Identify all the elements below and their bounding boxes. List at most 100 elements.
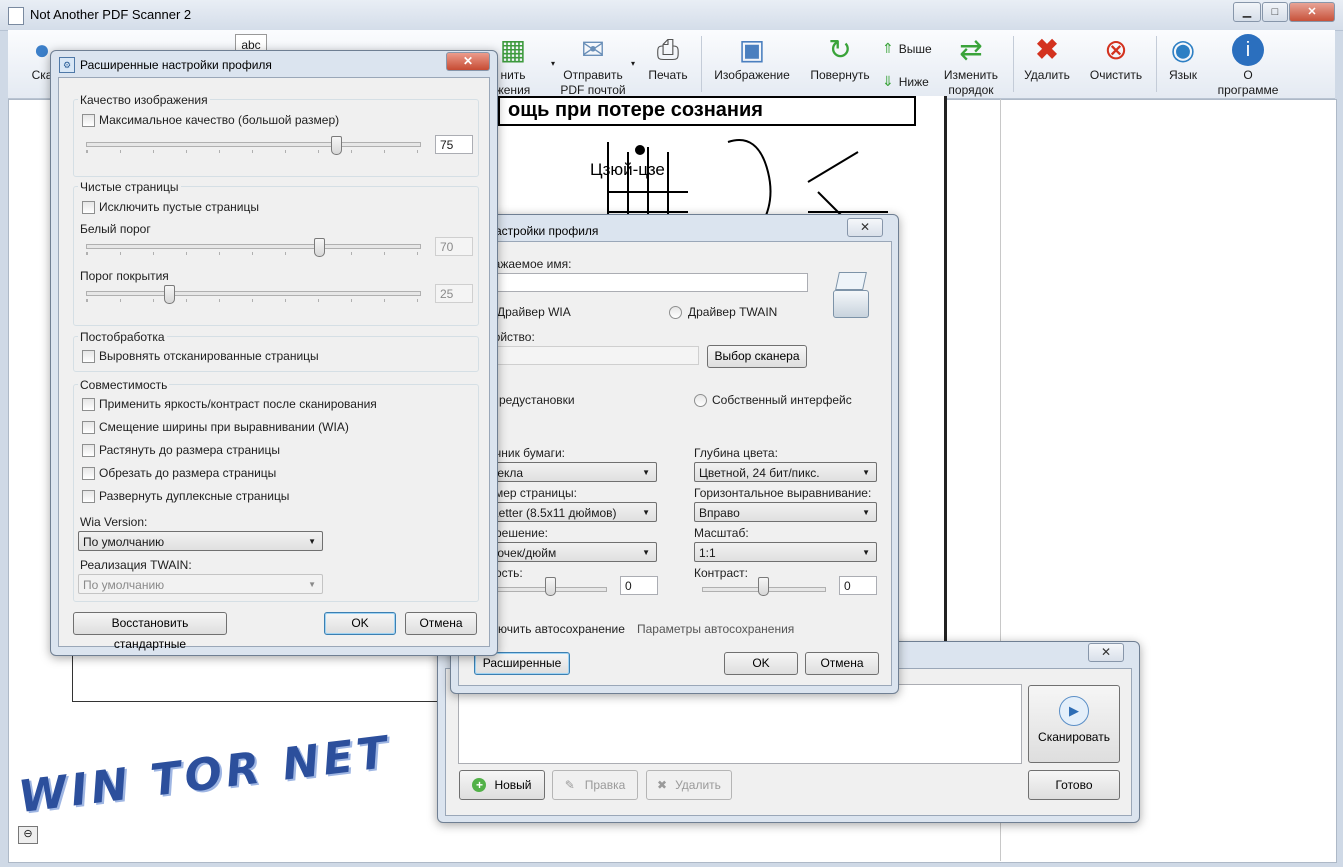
white-threshold-track: [86, 244, 421, 249]
email-dropdown[interactable]: ▾: [628, 30, 638, 98]
advanced-cancel-button[interactable]: Отмена: [405, 612, 477, 635]
driver-twain-radio[interactable]: [669, 306, 682, 319]
close-button[interactable]: ✕: [1289, 2, 1335, 22]
page-size-select[interactable]: Letter (8.5x11 дюймов) ▼: [487, 502, 657, 522]
page-size-label: мер страницы:: [495, 486, 577, 500]
about-label: О программе: [1217, 68, 1279, 97]
title-bar: Not Another PDF Scanner 2 ▁ □ ✕: [0, 0, 1343, 31]
quality-group-title: Качество изображения: [78, 93, 210, 107]
h-align-select[interactable]: Вправо ▼: [694, 502, 877, 522]
white-threshold-slider[interactable]: [314, 238, 326, 257]
profile-cancel-button[interactable]: Отмена: [805, 652, 879, 675]
language-label: Язык: [1168, 68, 1198, 82]
wia-version-select[interactable]: По умолчанию ▼: [78, 531, 323, 551]
coverage-label: Порог покрытия: [80, 269, 169, 283]
deskew-label: Выровнять отсканированные страницы: [99, 349, 319, 363]
deskew-checkbox[interactable]: [82, 350, 95, 363]
display-name-input[interactable]: [487, 273, 808, 292]
quality-slider[interactable]: [330, 136, 342, 155]
advanced-ok-button[interactable]: OK: [324, 612, 396, 635]
arrow-up-icon: ⇑: [882, 40, 894, 56]
max-quality-checkbox[interactable]: [82, 114, 95, 127]
globe-icon: ◉: [1170, 34, 1196, 65]
choose-scanner-button[interactable]: Выбор сканера: [707, 345, 807, 368]
chevron-down-icon: ▼: [862, 548, 870, 557]
profile-ok-button[interactable]: OK: [724, 652, 798, 675]
restore-defaults-button[interactable]: Восстановить стандартные: [73, 612, 227, 651]
twain-select[interactable]: По умолчанию ▼: [78, 574, 323, 594]
new-profile-button[interactable]: + Новый: [459, 770, 545, 800]
reorder-button[interactable]: ⇄ Изменить порядок: [936, 30, 1006, 98]
color-depth-label: Глубина цвета:: [694, 446, 778, 460]
about-button[interactable]: i О программе: [1210, 30, 1286, 98]
move-up-label: Выше: [898, 42, 932, 56]
rotate-icon: ↻: [828, 34, 852, 65]
coverage-slider[interactable]: [164, 285, 176, 304]
quality-group: [73, 99, 479, 177]
clear-icon: ⊗: [1104, 34, 1128, 65]
advanced-titlebar: ⚙ Расширенные настройки профиля: [51, 51, 497, 77]
done-button[interactable]: Готово: [1028, 770, 1120, 800]
autosave-label: лючить автосохранение: [491, 622, 625, 636]
stretch-label: Растянуть до размера страницы: [99, 443, 280, 457]
white-threshold-input[interactable]: 70: [435, 237, 473, 256]
compatibility-title: Совместимость: [78, 378, 170, 392]
coverage-track: [86, 291, 421, 296]
chevron-down-icon: ▼: [642, 548, 650, 557]
stretch-checkbox[interactable]: [82, 444, 95, 457]
native-ui-radio[interactable]: [694, 394, 707, 407]
app-title: Not Another PDF Scanner 2: [30, 7, 192, 22]
reorder-icon: ⇄: [959, 34, 983, 65]
delete-profile-button[interactable]: ✖ Удалить: [646, 770, 732, 800]
duplex-checkbox[interactable]: [82, 490, 95, 503]
paper-source-select[interactable]: текла ▼: [487, 462, 657, 482]
h-align-value: Вправо: [699, 506, 740, 520]
edit-profile-button[interactable]: ✎ Правка: [552, 770, 638, 800]
advanced-close-button[interactable]: ✕: [446, 52, 490, 71]
clear-button[interactable]: ⊗ Очистить: [1082, 30, 1150, 98]
width-offset-checkbox[interactable]: [82, 421, 95, 434]
color-depth-select[interactable]: Цветной, 24 бит/пикс. ▼: [694, 462, 877, 482]
email-pdf-button[interactable]: ✉ Отправить PDF почтой: [553, 30, 633, 98]
page-size-value: Letter (8.5x11 дюймов): [492, 506, 617, 520]
profiles-list[interactable]: [458, 684, 1022, 764]
move-up-button[interactable]: ⇑ Выше: [882, 40, 932, 57]
move-down-button[interactable]: ⇓ Ниже: [882, 73, 929, 90]
apply-brightness-checkbox[interactable]: [82, 398, 95, 411]
chevron-down-icon: ▼: [308, 537, 316, 546]
printer-icon: ⎙: [656, 34, 680, 65]
exclude-blank-label: Исключить пустые страницы: [99, 200, 259, 214]
delete-button[interactable]: ✖ Удалить: [1018, 30, 1076, 98]
resolution-select[interactable]: точек/дюйм ▼: [487, 542, 657, 562]
contrast-slider[interactable]: [758, 577, 769, 596]
advanced-title: Расширенные настройки профиля: [80, 58, 272, 72]
scale-label: Масштаб:: [694, 526, 749, 540]
minimize-button[interactable]: ▁: [1233, 2, 1261, 22]
profile-settings-dialog: астройки профиля ✕ ражаемое имя: Драйвер…: [450, 214, 899, 694]
email-pdf-label: Отправить PDF почтой: [560, 68, 626, 97]
image-button[interactable]: ▣ Изображение: [708, 30, 796, 98]
profiles-close-button[interactable]: ✕: [1088, 643, 1124, 662]
quality-track: [86, 142, 421, 147]
rotate-button[interactable]: ↻ Повернуть: [804, 30, 876, 98]
contrast-input[interactable]: 0: [839, 576, 877, 595]
profile-settings-close-button[interactable]: ✕: [847, 218, 883, 237]
language-button[interactable]: ◉ Язык: [1161, 30, 1205, 98]
brightness-input[interactable]: 0: [620, 576, 658, 595]
scan-heading: ощь при потере сознания: [498, 96, 916, 126]
brightness-slider[interactable]: [545, 577, 556, 596]
print-button[interactable]: ⎙ Печать: [640, 30, 696, 98]
brightness-label: ость:: [495, 566, 523, 580]
white-threshold-label: Белый порог: [80, 222, 151, 236]
scale-select[interactable]: 1:1 ▼: [694, 542, 877, 562]
zoom-icon[interactable]: ⊖: [18, 826, 38, 844]
scan-profile-button[interactable]: ▶ Сканировать: [1028, 685, 1120, 763]
coverage-input[interactable]: 25: [435, 284, 473, 303]
quality-input[interactable]: 75: [435, 135, 473, 154]
max-quality-label: Максимальное качество (большой размер): [99, 113, 340, 127]
new-profile-label: Новый: [494, 778, 532, 792]
crop-checkbox[interactable]: [82, 467, 95, 480]
maximize-button[interactable]: □: [1262, 2, 1288, 22]
autosave-params-link[interactable]: Параметры автосохранения: [637, 622, 794, 636]
exclude-blank-checkbox[interactable]: [82, 201, 95, 214]
